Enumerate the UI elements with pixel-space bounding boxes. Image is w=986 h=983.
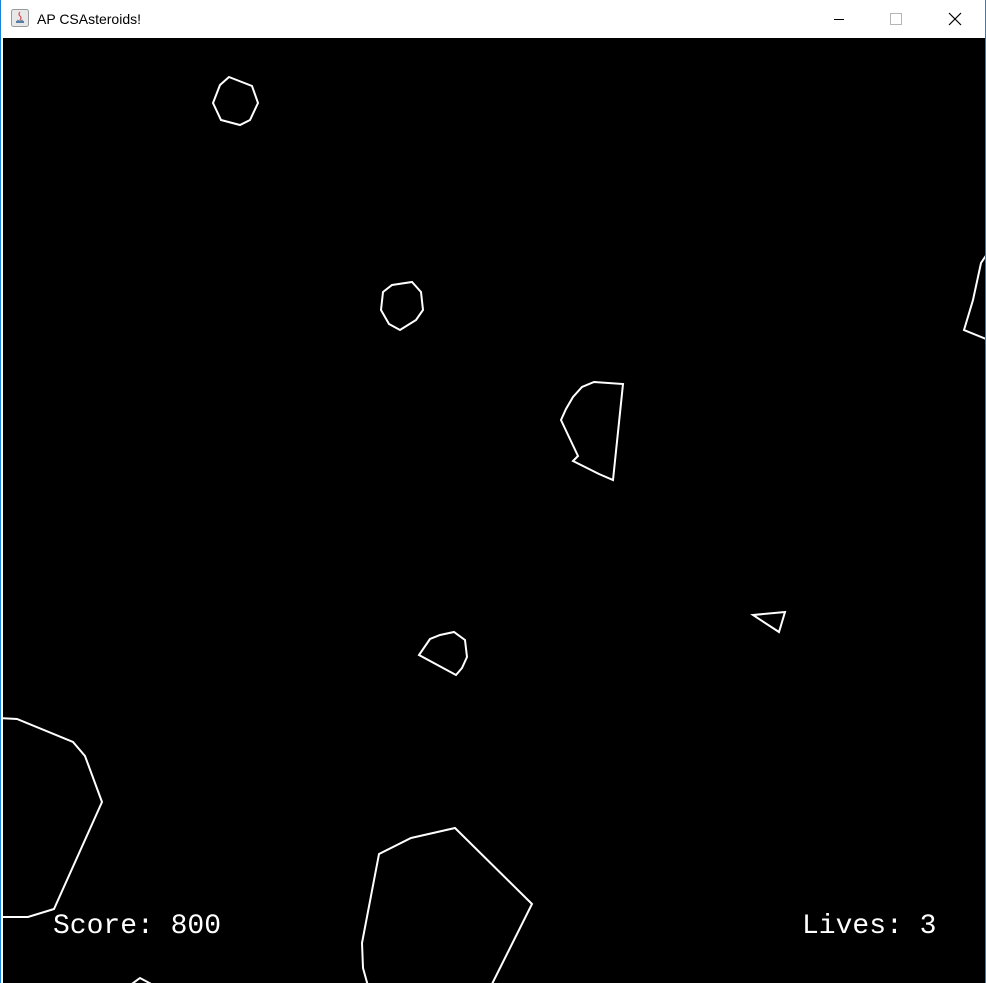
- lives-display: Lives: 3: [802, 911, 937, 942]
- close-button[interactable]: [926, 0, 984, 38]
- asteroid: [417, 630, 469, 677]
- game-field: [3, 75, 985, 983]
- window-title: AP CSAsteroids!: [37, 11, 142, 27]
- java-icon: [11, 9, 29, 27]
- app-window: AP CSAsteroids! Score: 800 Lives: 3: [0, 0, 986, 983]
- maximize-icon: [890, 13, 902, 25]
- asteroid: [379, 280, 425, 332]
- maximize-button[interactable]: [867, 0, 925, 38]
- asteroid: [211, 75, 260, 127]
- close-icon: [948, 12, 962, 26]
- score-display: Score: 800: [53, 911, 222, 942]
- asteroid: [559, 380, 625, 482]
- player-ship: [750, 610, 787, 634]
- asteroid: [3, 717, 104, 918]
- game-canvas[interactable]: Score: 800 Lives: 3: [3, 38, 985, 983]
- asteroid: [962, 255, 985, 340]
- minimize-icon: [834, 19, 844, 20]
- asteroid: [360, 826, 534, 983]
- title-bar[interactable]: AP CSAsteroids!: [1, 0, 985, 38]
- minimize-button[interactable]: [810, 0, 868, 38]
- asteroid: [131, 976, 152, 983]
